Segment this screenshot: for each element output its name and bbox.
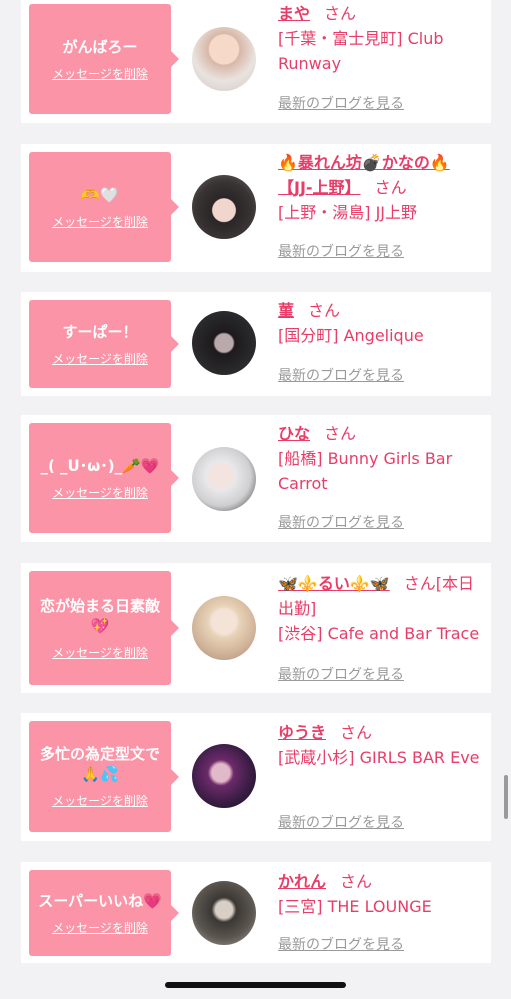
message-card: 恋が始まる日素敵💖 メッセージを削除 🦋⚜️るい⚜️🦋 さん[本日出勤] [渋谷]…	[21, 563, 491, 693]
avatar[interactable]	[192, 881, 256, 945]
delete-message-link[interactable]: メッセージを削除	[52, 350, 148, 367]
shop-name: [渋谷] Cafe and Bar Trace	[278, 624, 480, 643]
message-text: スーパーいいね💗	[38, 891, 162, 910]
message-text: 🫶🤍	[81, 185, 119, 204]
message-text: 多忙の為定型文で🙏💦	[39, 745, 160, 783]
message-text: すーぱー！	[62, 322, 138, 341]
message-card: _( _ᑌ･ω･)_🥕💗 メッセージを削除 ひな さん [船橋] Bunny Gi…	[21, 415, 491, 542]
message-bubble: _( _ᑌ･ω･)_🥕💗 メッセージを削除	[29, 423, 179, 533]
message-bubble: がんばろー メッセージを削除	[29, 4, 179, 114]
avatar[interactable]	[192, 311, 256, 375]
cast-name-link[interactable]: 🦋⚜️るい⚜️🦋	[278, 574, 390, 593]
message-card: 多忙の為定型文で🙏💦 メッセージを削除 ゆうき さん [武蔵小杉] GIRLS B…	[21, 713, 491, 841]
latest-blog-link[interactable]: 最新のブログを見る	[278, 512, 404, 532]
honorific: さん	[308, 301, 341, 320]
scrollbar[interactable]	[504, 775, 508, 819]
cast-name-link[interactable]: 菫	[278, 301, 294, 320]
message-bubble: スーパーいいね💗 メッセージを削除	[29, 870, 179, 956]
message-text: 恋が始まる日素敵💖	[39, 596, 160, 635]
cast-name-link[interactable]: 🔥暴れん坊💣かなの🔥【JJ-上野】	[278, 153, 450, 197]
cast-name-link[interactable]: ゆうき	[278, 723, 326, 742]
shop-name: [上野・湯島] JJ上野	[278, 203, 418, 222]
message-card: がんばろー メッセージを削除 まや さん [千葉・富士見町] Club Runwa…	[21, 0, 491, 123]
honorific: さん	[340, 723, 373, 742]
avatar[interactable]	[192, 744, 256, 808]
home-indicator[interactable]	[165, 982, 346, 988]
message-text: _( _ᑌ･ω･)_🥕💗	[40, 456, 160, 475]
shop-name: [三宮] THE LOUNGE	[278, 897, 432, 916]
latest-blog-link[interactable]: 最新のブログを見る	[278, 812, 404, 832]
message-card: 🫶🤍 メッセージを削除 🔥暴れん坊💣かなの🔥【JJ-上野】 さん [上野・湯島] …	[21, 144, 491, 272]
message-bubble: 多忙の為定型文で🙏💦 メッセージを削除	[29, 721, 179, 832]
honorific: さん	[324, 4, 357, 23]
shop-name: [国分町] Angelique	[278, 326, 424, 345]
delete-message-link[interactable]: メッセージを削除	[52, 65, 148, 82]
avatar[interactable]	[192, 27, 256, 91]
message-bubble: 恋が始まる日素敵💖 メッセージを削除	[29, 571, 179, 685]
delete-message-link[interactable]: メッセージを削除	[52, 919, 148, 936]
message-card: スーパーいいね💗 メッセージを削除 かれん さん [三宮] THE LOUNGE …	[21, 862, 491, 963]
message-text: がんばろー	[62, 37, 138, 56]
cast-name-link[interactable]: ひな	[278, 424, 310, 443]
shop-name: [武蔵小杉] GIRLS BAR Eve	[278, 748, 480, 767]
latest-blog-link[interactable]: 最新のブログを見る	[278, 664, 404, 684]
latest-blog-link[interactable]: 最新のブログを見る	[278, 93, 404, 113]
honorific: さん	[374, 178, 407, 197]
avatar[interactable]	[192, 596, 256, 660]
avatar[interactable]	[192, 175, 256, 239]
delete-message-link[interactable]: メッセージを削除	[52, 644, 148, 661]
cast-name-link[interactable]: まや	[278, 4, 310, 23]
honorific: さん	[403, 574, 436, 593]
message-bubble: 🫶🤍 メッセージを削除	[29, 152, 179, 262]
cast-name-link[interactable]: かれん	[278, 872, 326, 891]
honorific: さん	[324, 424, 357, 443]
delete-message-link[interactable]: メッセージを削除	[52, 792, 148, 809]
honorific: さん	[340, 872, 373, 891]
delete-message-link[interactable]: メッセージを削除	[52, 213, 148, 230]
shop-name: [千葉・富士見町] Club Runway	[278, 29, 444, 73]
avatar[interactable]	[192, 447, 256, 511]
message-bubble: すーぱー！ メッセージを削除	[29, 300, 179, 388]
shop-name: [船橋] Bunny Girls Bar Carrot	[278, 449, 453, 493]
latest-blog-link[interactable]: 最新のブログを見る	[278, 241, 404, 261]
delete-message-link[interactable]: メッセージを削除	[52, 484, 148, 501]
latest-blog-link[interactable]: 最新のブログを見る	[278, 934, 404, 954]
latest-blog-link[interactable]: 最新のブログを見る	[278, 365, 404, 385]
message-card: すーぱー！ メッセージを削除 菫さん [国分町] Angelique 最新のブロ…	[21, 292, 491, 396]
